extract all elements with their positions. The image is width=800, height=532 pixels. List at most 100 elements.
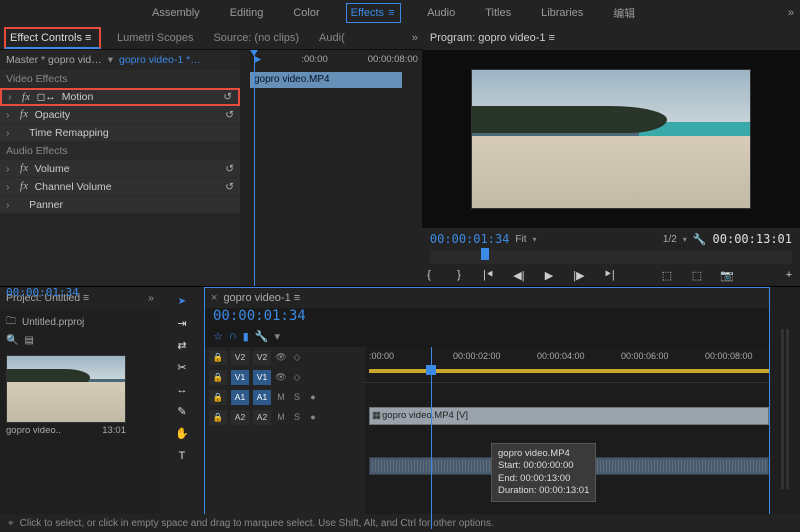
chevron-down-icon[interactable]: ▾ (108, 54, 113, 66)
menu-icon[interactable]: ≡ (85, 32, 95, 44)
chevron-right-icon[interactable]: › (6, 109, 14, 121)
sync-lock-icon[interactable]: ◇ (291, 372, 303, 383)
chevron-down-icon[interactable]: ▾ (275, 330, 281, 343)
workspace-editing[interactable]: Editing (226, 4, 268, 22)
effect-opacity[interactable]: › fx Opacity ↺ (0, 106, 240, 124)
toggle-output-icon[interactable]: 👁 (275, 372, 287, 383)
track-a1-target[interactable]: A1 (253, 390, 271, 405)
play-icon[interactable]: ▶ (542, 269, 556, 282)
timeline-timecode[interactable]: 00:00:01:34 (205, 308, 769, 330)
workspace-overflow[interactable]: » (788, 7, 794, 19)
step-forward-icon[interactable]: |▶ (572, 269, 586, 282)
track-select-tool-icon[interactable]: ⇥ (172, 315, 192, 333)
settings-icon[interactable]: 🔧 (693, 233, 707, 246)
track-target-a1[interactable]: 🔒 A1 A1 M S ● (205, 387, 365, 407)
effect-volume[interactable]: › fx Volume ↺ (0, 160, 240, 178)
export-frame-icon[interactable]: 📷 (720, 269, 734, 282)
sync-lock-icon[interactable]: ◇ (291, 352, 303, 363)
menu-icon[interactable]: ≡ (549, 32, 559, 44)
track-v2-source[interactable]: V2 (231, 350, 249, 365)
filter-icon[interactable]: ▤ (24, 335, 33, 346)
chevron-right-icon[interactable]: › (6, 163, 14, 175)
effect-channel-volume[interactable]: › fx Channel Volume ↺ (0, 178, 240, 196)
clip-label[interactable]: gopro video-1 *… (119, 54, 201, 66)
toggle-output-icon[interactable]: 👁 (275, 352, 287, 363)
effect-motion[interactable]: › fx ◻↔ Motion ↺ (0, 88, 240, 106)
lock-icon[interactable]: 🔒 (209, 390, 227, 405)
tab-lumetri-scopes[interactable]: Lumetri Scopes (113, 29, 197, 47)
workspace-assembly[interactable]: Assembly (148, 4, 204, 22)
program-scrubber[interactable] (430, 250, 792, 264)
step-back-icon[interactable]: ◀| (512, 269, 526, 282)
effect-mini-timeline[interactable]: ▶ :00:00 00:00:08:00 gopro video.MP4 (240, 50, 422, 286)
solo-icon[interactable]: S (291, 412, 303, 422)
track-target-v1[interactable]: 🔒 V1 V1 👁 ◇ (205, 367, 365, 387)
snap-icon[interactable]: ☆ (213, 330, 223, 343)
workspace-libraries[interactable]: Libraries (537, 4, 587, 22)
mark-out-icon[interactable]: } (452, 269, 466, 281)
mark-in-icon[interactable]: { (422, 269, 436, 281)
type-tool-icon[interactable]: T (172, 447, 192, 465)
lock-icon[interactable]: 🔒 (209, 370, 227, 385)
lift-icon[interactable]: ⬚ (660, 269, 674, 282)
workspace-titles[interactable]: Titles (481, 4, 515, 22)
chevron-right-icon[interactable]: › (6, 199, 14, 211)
chevron-down-icon[interactable]: ▾ (683, 235, 687, 244)
track-a2-target[interactable]: A2 (253, 410, 271, 425)
mute-icon[interactable]: M (275, 392, 287, 402)
hand-tool-icon[interactable]: ✋ (172, 425, 192, 443)
tab-effect-controls[interactable]: Effect Controls ≡ (4, 27, 101, 49)
timeline-playhead[interactable] (431, 347, 432, 529)
razor-tool-icon[interactable]: ✂ (172, 359, 192, 377)
workspace-effects[interactable]: Effects≡ (346, 3, 401, 23)
track-target-v2[interactable]: 🔒 V2 V2 👁 ◇ (205, 347, 365, 367)
workspace-color[interactable]: Color (289, 4, 323, 22)
playhead-icon[interactable]: ▶ (254, 54, 261, 70)
settings-icon[interactable]: 🔧 (255, 330, 269, 343)
lock-icon[interactable]: 🔒 (209, 410, 227, 425)
program-timecode[interactable]: 00:00:01:34 (430, 232, 509, 246)
reset-icon[interactable]: ↺ (225, 109, 234, 121)
left-tabs-overflow[interactable]: » (412, 32, 418, 44)
button-editor-icon[interactable]: + (782, 269, 796, 281)
program-monitor[interactable] (422, 50, 800, 228)
extract-icon[interactable]: ⬚ (690, 269, 704, 282)
reset-icon[interactable]: ↺ (223, 91, 232, 103)
go-to-in-icon[interactable]: |⯇ (482, 269, 496, 282)
track-v1-source[interactable]: V1 (231, 370, 249, 385)
workspace-cjk[interactable]: 编辑 (609, 2, 639, 24)
slip-tool-icon[interactable]: ↔ (172, 381, 192, 399)
chevron-right-icon[interactable]: › (8, 91, 16, 103)
chevron-right-icon[interactable]: › (6, 127, 14, 139)
go-to-out-icon[interactable]: ⯈| (602, 269, 616, 282)
mini-clip[interactable]: gopro video.MP4 (250, 72, 402, 88)
marker-icon[interactable]: ▮ (243, 330, 249, 343)
voiceover-icon[interactable]: ● (307, 412, 319, 422)
track-target-a2[interactable]: 🔒 A2 A2 M S ● (205, 407, 365, 427)
video-clip[interactable]: ▦gopro video.MP4 [V] (369, 407, 769, 425)
effect-time-remapping[interactable]: › Time Remapping (0, 124, 240, 142)
tab-program[interactable]: Program: gopro video-1 ≡ (430, 32, 559, 44)
track-a1-source[interactable]: A1 (231, 390, 249, 405)
search-icon[interactable]: 🔍 (6, 335, 18, 346)
project-file-row[interactable]: 🗀 Untitled.prproj (6, 313, 154, 331)
reset-icon[interactable]: ↺ (225, 163, 234, 175)
video-effects-header[interactable]: Video Effects (0, 70, 240, 88)
menu-icon[interactable]: ≡ (294, 292, 304, 304)
resolution-select[interactable]: 1/2 (663, 234, 677, 245)
track-v1-target[interactable]: V1 (253, 370, 271, 385)
track-v2-target[interactable]: V2 (253, 350, 271, 365)
solo-icon[interactable]: S (291, 392, 303, 402)
ripple-edit-tool-icon[interactable]: ⇄ (172, 337, 192, 355)
workspace-audio[interactable]: Audio (423, 4, 459, 22)
effect-panner[interactable]: › Panner (0, 196, 240, 214)
reset-icon[interactable]: ↺ (225, 181, 234, 193)
mute-icon[interactable]: M (275, 412, 287, 422)
chevron-down-icon[interactable]: ▾ (533, 235, 537, 244)
tab-source[interactable]: Source: (no clips) (209, 29, 303, 47)
mini-playhead[interactable] (254, 50, 255, 286)
menu-icon[interactable]: ≡ (388, 7, 396, 19)
source-timecode[interactable]: 00:00:01:34 (6, 286, 79, 299)
timeline-tracks[interactable]: :00:00 00:00:02:00 00:00:04:00 00:00:06:… (365, 347, 769, 529)
zoom-fit[interactable]: Fit (515, 234, 526, 245)
